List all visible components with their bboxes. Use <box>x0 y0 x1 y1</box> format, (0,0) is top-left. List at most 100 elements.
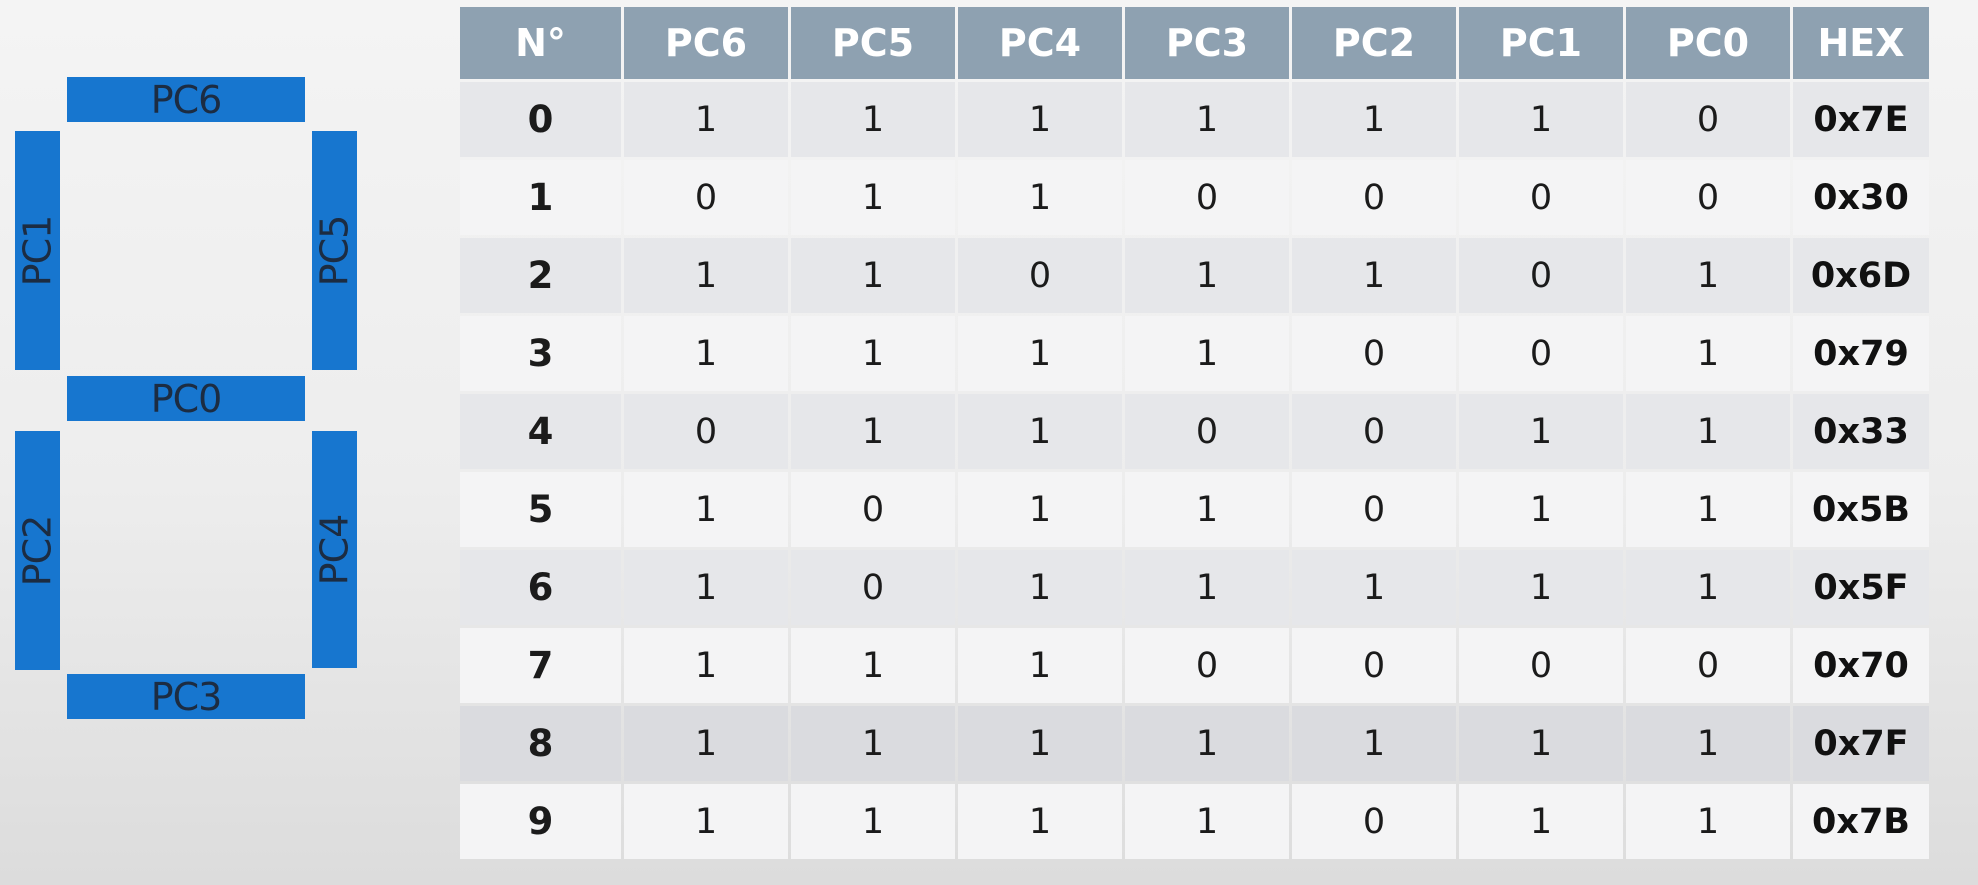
header-pc6: PC6 <box>624 7 788 79</box>
segment-pc1: PC1 <box>15 131 60 370</box>
bit-cell: 1 <box>791 316 955 391</box>
table-row: 2 1 1 0 1 1 0 1 0x6D <box>460 238 1929 313</box>
digit-cell: 2 <box>460 238 621 313</box>
bit-cell: 1 <box>1626 238 1790 313</box>
bit-cell: 0 <box>1459 316 1623 391</box>
header-pc0: PC0 <box>1626 7 1790 79</box>
hex-cell: 0x7E <box>1793 82 1929 157</box>
hex-cell: 0x5F <box>1793 550 1929 625</box>
bit-cell: 1 <box>1125 784 1289 859</box>
bit-cell: 1 <box>958 160 1122 235</box>
bit-cell: 0 <box>1292 784 1456 859</box>
bit-cell: 1 <box>791 706 955 781</box>
bit-cell: 1 <box>1626 394 1790 469</box>
bit-cell: 0 <box>1292 394 1456 469</box>
bit-cell: 0 <box>1459 160 1623 235</box>
hex-cell: 0x7B <box>1793 784 1929 859</box>
bit-cell: 1 <box>1626 550 1790 625</box>
hex-cell: 0x6D <box>1793 238 1929 313</box>
digit-cell: 1 <box>460 160 621 235</box>
bit-cell: 1 <box>958 472 1122 547</box>
bit-cell: 0 <box>1125 628 1289 703</box>
digit-cell: 7 <box>460 628 621 703</box>
segment-pc1-label: PC1 <box>15 215 60 286</box>
bit-cell: 1 <box>1459 82 1623 157</box>
bit-cell: 1 <box>624 82 788 157</box>
bit-cell: 1 <box>958 628 1122 703</box>
bit-cell: 1 <box>1292 550 1456 625</box>
bit-cell: 1 <box>1459 472 1623 547</box>
bit-cell: 1 <box>624 706 788 781</box>
bit-cell: 1 <box>958 316 1122 391</box>
bit-cell: 0 <box>1459 628 1623 703</box>
bit-cell: 1 <box>1459 394 1623 469</box>
bit-cell: 0 <box>1292 628 1456 703</box>
bit-cell: 1 <box>958 784 1122 859</box>
table-row: 1 0 1 1 0 0 0 0 0x30 <box>460 160 1929 235</box>
bit-cell: 1 <box>791 160 955 235</box>
digit-cell: 4 <box>460 394 621 469</box>
seven-segment-diagram: PC6 PC1 PC5 PC0 PC2 PC4 PC3 <box>0 0 440 885</box>
segment-pc0: PC0 <box>67 376 305 421</box>
bit-cell: 1 <box>1125 316 1289 391</box>
bit-cell: 1 <box>1292 238 1456 313</box>
bit-cell: 1 <box>1459 706 1623 781</box>
hex-cell: 0x5B <box>1793 472 1929 547</box>
header-hex: HEX <box>1793 7 1929 79</box>
bit-cell: 1 <box>1292 82 1456 157</box>
digit-cell: 5 <box>460 472 621 547</box>
bit-cell: 1 <box>1125 82 1289 157</box>
segment-pc4-label: PC4 <box>312 514 357 585</box>
table-body: 0 1 1 1 1 1 1 0 0x7E 1 0 1 1 0 0 0 0 0x30 2 1 1 0 1 1 0 1 0x6D 3 1 1 1… <box>460 82 1929 859</box>
table-row: 0 1 1 1 1 1 1 0 0x7E <box>460 82 1929 157</box>
segment-pc0-label: PC0 <box>150 376 223 421</box>
header-pc1: PC1 <box>1459 7 1623 79</box>
bit-cell: 0 <box>1459 238 1623 313</box>
bit-cell: 1 <box>1626 784 1790 859</box>
segment-pc5: PC5 <box>312 131 357 370</box>
bit-cell: 1 <box>624 238 788 313</box>
segment-truth-table: N° PC6 PC5 PC4 PC3 PC2 PC1 PC0 HEX 01111… <box>457 4 1932 862</box>
bit-cell: 1 <box>624 628 788 703</box>
bit-cell: 1 <box>1626 472 1790 547</box>
hex-cell: 0x33 <box>1793 394 1929 469</box>
bit-cell: 1 <box>1459 784 1623 859</box>
hex-cell: 0x70 <box>1793 628 1929 703</box>
hex-cell: 0x79 <box>1793 316 1929 391</box>
bit-cell: 1 <box>791 784 955 859</box>
bit-cell: 0 <box>1125 160 1289 235</box>
table-row: 6 1 0 1 1 1 1 1 0x5F <box>460 550 1929 625</box>
bit-cell: 1 <box>958 394 1122 469</box>
segment-pc2-label: PC2 <box>15 515 60 586</box>
bit-cell: 1 <box>1125 238 1289 313</box>
digit-cell: 9 <box>460 784 621 859</box>
table-header-row: N° PC6 PC5 PC4 PC3 PC2 PC1 PC0 HEX <box>460 7 1929 79</box>
bit-cell: 0 <box>1292 316 1456 391</box>
bit-cell: 0 <box>791 472 955 547</box>
bit-cell: 0 <box>624 394 788 469</box>
segment-pc3: PC3 <box>67 674 305 719</box>
segment-pc6-label: PC6 <box>150 77 223 122</box>
table-row: 7 1 1 1 0 0 0 0 0x70 <box>460 628 1929 703</box>
bit-cell: 0 <box>1292 472 1456 547</box>
header-pc5: PC5 <box>791 7 955 79</box>
bit-cell: 1 <box>958 550 1122 625</box>
bit-cell: 1 <box>958 82 1122 157</box>
header-pc2: PC2 <box>1292 7 1456 79</box>
bit-cell: 1 <box>791 394 955 469</box>
table-row: 8 1 1 1 1 1 1 1 0x7F <box>460 706 1929 781</box>
hex-cell: 0x7F <box>1793 706 1929 781</box>
digit-cell: 6 <box>460 550 621 625</box>
bit-cell: 1 <box>1459 550 1623 625</box>
bit-cell: 1 <box>1626 706 1790 781</box>
bit-cell: 0 <box>1626 628 1790 703</box>
segment-pc5-label: PC5 <box>312 215 357 286</box>
bit-cell: 0 <box>624 160 788 235</box>
table-row: 3 1 1 1 1 0 0 1 0x79 <box>460 316 1929 391</box>
digit-cell: 3 <box>460 316 621 391</box>
table-row: 4 0 1 1 0 0 1 1 0x33 <box>460 394 1929 469</box>
bit-cell: 0 <box>1125 394 1289 469</box>
bit-cell: 1 <box>791 628 955 703</box>
bit-cell: 1 <box>1626 316 1790 391</box>
bit-cell: 1 <box>624 316 788 391</box>
